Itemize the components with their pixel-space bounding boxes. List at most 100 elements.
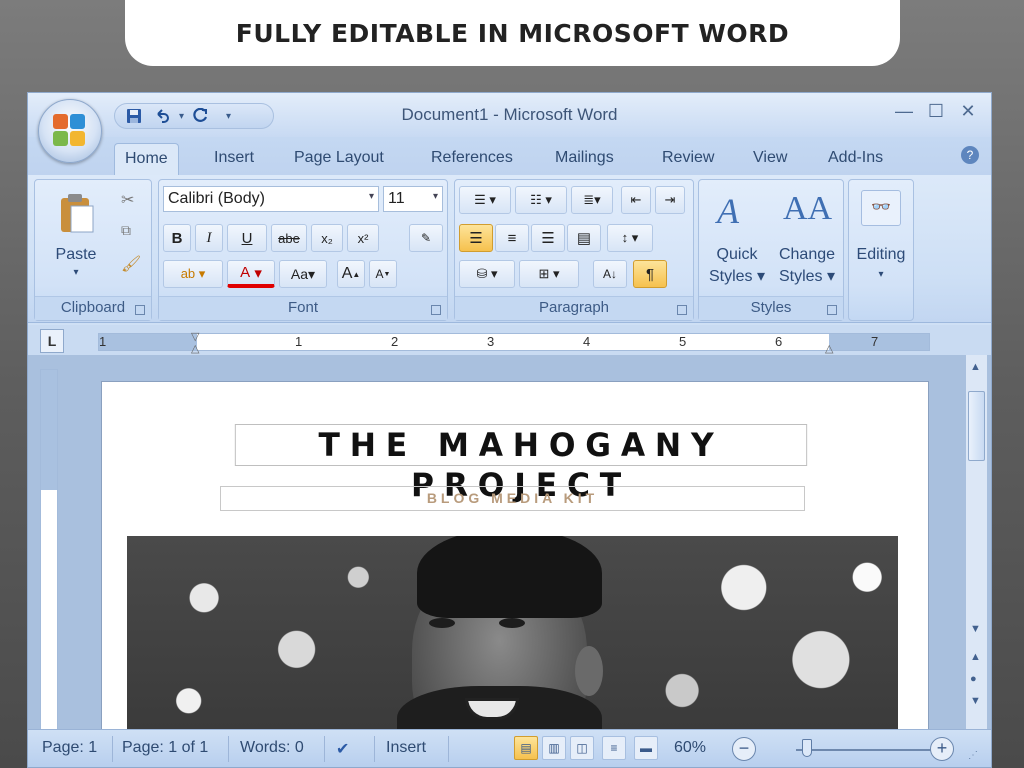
editing-dropdown-icon: ▾: [878, 269, 884, 280]
scroll-thumb[interactable]: [968, 391, 985, 461]
first-line-indent-icon[interactable]: ▽: [191, 330, 203, 343]
document-subtitle[interactable]: BLOG MEDIA KIT: [220, 486, 805, 511]
tab-selector[interactable]: L: [40, 329, 64, 353]
bullets-icon[interactable]: ☰ ▾: [459, 186, 511, 214]
promo-banner: FULLY EDITABLE IN MICROSOFT WORD: [125, 0, 900, 66]
line-spacing-icon[interactable]: ↕ ▾: [607, 224, 653, 252]
zoom-slider-track[interactable]: [796, 749, 938, 751]
superscript-button[interactable]: x²: [347, 224, 379, 252]
copy-icon[interactable]: ⧉: [121, 222, 131, 239]
hanging-indent-icon[interactable]: △: [191, 342, 203, 355]
italic-button[interactable]: I: [195, 224, 223, 252]
next-page-icon[interactable]: ▼: [970, 695, 981, 707]
outline-view-icon[interactable]: ≡: [602, 736, 626, 760]
subscript-button[interactable]: x₂: [311, 224, 343, 252]
page-indicator[interactable]: Page: 1: [42, 739, 97, 757]
font-family-field[interactable]: Calibri (Body) ▾: [163, 186, 379, 212]
photo-ear: [575, 646, 603, 696]
horizontal-ruler[interactable]: 1 1 2 3 4 5 6 7 ▽ △ △: [98, 330, 930, 355]
binoculars-icon: 👓: [861, 190, 901, 226]
increase-indent-icon[interactable]: ⇥: [655, 186, 685, 214]
page-of-indicator[interactable]: Page: 1 of 1: [122, 739, 208, 757]
paragraph-group-label: Paragraph: [455, 296, 693, 320]
zoom-level[interactable]: 60%: [674, 739, 706, 757]
align-left-icon[interactable]: ☰: [459, 224, 493, 252]
ruler-number: 4: [583, 334, 591, 349]
change-styles-button[interactable]: AA Change Styles ▾: [773, 184, 841, 294]
right-indent-icon[interactable]: △: [825, 342, 837, 355]
minimize-icon[interactable]: —: [893, 101, 915, 122]
align-center-icon[interactable]: ≡: [495, 224, 529, 252]
document-title[interactable]: THE MAHOGANY PROJECT: [234, 424, 808, 504]
change-case-button[interactable]: Aa ▾: [279, 260, 327, 288]
full-screen-reading-icon[interactable]: ▥: [542, 736, 566, 760]
office-button[interactable]: [38, 99, 102, 163]
highlight-color-icon[interactable]: ab ▾: [163, 260, 223, 288]
borders-icon[interactable]: ⊞ ▾: [519, 260, 579, 288]
numbering-icon[interactable]: ☷ ▾: [515, 186, 567, 214]
maximize-icon[interactable]: ☐: [925, 101, 947, 122]
justify-icon[interactable]: ▤: [567, 224, 601, 252]
tab-references[interactable]: References: [431, 149, 513, 167]
align-right-icon[interactable]: ☰: [531, 224, 565, 252]
shrink-font-button[interactable]: A ▼: [369, 260, 397, 288]
draft-view-icon[interactable]: ▬: [634, 736, 658, 760]
font-launcher-icon[interactable]: [431, 305, 441, 315]
document-page[interactable]: THE MAHOGANY PROJECT BLOG MEDIA KIT: [101, 381, 929, 742]
tab-view[interactable]: View: [753, 149, 787, 167]
print-layout-icon[interactable]: ▤: [514, 736, 538, 760]
scroll-down-icon[interactable]: ▼: [970, 623, 981, 635]
cut-icon[interactable]: ✂: [121, 190, 134, 210]
zoom-out-icon[interactable]: −: [732, 737, 756, 761]
help-icon[interactable]: ?: [961, 146, 979, 164]
proofing-icon[interactable]: ✔: [336, 739, 349, 759]
close-icon[interactable]: ✕: [957, 101, 979, 122]
quick-styles-label-2: Styles ▾: [708, 268, 766, 285]
multilevel-list-icon[interactable]: ≣▾: [571, 186, 613, 214]
grow-font-button[interactable]: A ▲: [337, 260, 365, 288]
font-color-button[interactable]: A ▾: [227, 260, 275, 288]
vertical-ruler[interactable]: [40, 369, 58, 733]
decrease-indent-icon[interactable]: ⇤: [621, 186, 651, 214]
show-marks-button[interactable]: ¶: [633, 260, 667, 288]
format-painter-icon[interactable]: 🖌: [121, 254, 141, 274]
zoom-slider-knob[interactable]: [802, 739, 812, 757]
font-size-field[interactable]: 11 ▾: [383, 186, 443, 212]
word-count[interactable]: Words: 0: [240, 739, 304, 757]
resize-grip-icon[interactable]: ⋰: [968, 750, 978, 761]
previous-page-icon[interactable]: ▲: [970, 651, 981, 663]
scroll-up-icon[interactable]: ▲: [970, 361, 981, 373]
strikethrough-button[interactable]: abe: [271, 224, 307, 252]
shading-icon[interactable]: ⛁ ▾: [459, 260, 515, 288]
bold-button[interactable]: B: [163, 224, 191, 252]
font-size-value: 11: [388, 190, 405, 207]
clear-formatting-icon[interactable]: ✎: [409, 224, 443, 252]
quick-styles-button[interactable]: A Quick Styles ▾: [703, 184, 771, 294]
profile-photo[interactable]: [127, 536, 898, 742]
tab-insert[interactable]: Insert: [214, 149, 254, 167]
paste-dropdown-icon: ▾: [73, 267, 79, 278]
insert-mode[interactable]: Insert: [386, 739, 426, 757]
ruler-number: 1: [99, 334, 107, 349]
tab-review[interactable]: Review: [662, 149, 714, 167]
banner-text: FULLY EDITABLE IN MICROSOFT WORD: [235, 18, 790, 48]
font-group-label: Font: [159, 296, 447, 320]
vertical-scrollbar[interactable]: ▲ ▼ ▲ ● ▼: [965, 355, 987, 731]
paste-button[interactable]: Paste ▾: [41, 186, 111, 278]
clipboard-launcher-icon[interactable]: [135, 305, 145, 315]
zoom-in-icon[interactable]: +: [930, 737, 954, 761]
tab-add-ins[interactable]: Add-Ins: [828, 149, 883, 167]
status-separator: [374, 736, 375, 762]
editing-button[interactable]: 👓 Editing ▾: [851, 184, 911, 294]
sort-button[interactable]: A↓: [593, 260, 627, 288]
tab-mailings[interactable]: Mailings: [555, 149, 614, 167]
tab-home[interactable]: Home: [114, 143, 179, 177]
underline-button[interactable]: U: [227, 224, 267, 252]
web-layout-icon[interactable]: ◫: [570, 736, 594, 760]
tab-page-layout[interactable]: Page Layout: [294, 149, 384, 167]
styles-launcher-icon[interactable]: [827, 305, 837, 315]
ruler-number: 5: [679, 334, 687, 349]
pilcrow-icon: ¶: [645, 265, 655, 283]
paragraph-launcher-icon[interactable]: [677, 305, 687, 315]
select-browse-object-icon[interactable]: ●: [970, 673, 977, 685]
